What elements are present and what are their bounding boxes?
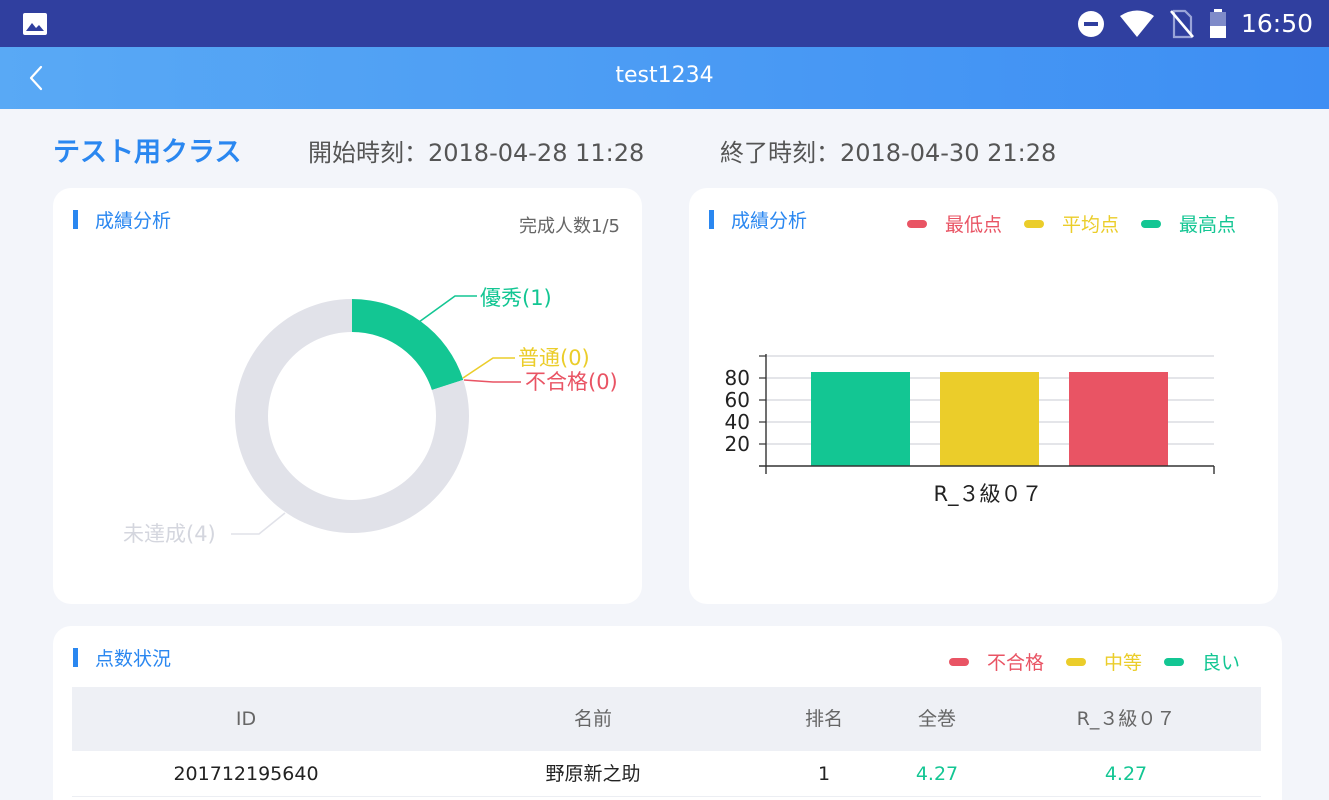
- cell-rank: 1: [817, 763, 831, 785]
- y-tick-label: 40: [725, 410, 750, 434]
- cell-total: 4.27: [915, 763, 959, 785]
- cell-r3: 4.27: [1104, 763, 1148, 785]
- bar-1: [940, 372, 1039, 466]
- label-excellent: 優秀(1): [480, 286, 552, 310]
- table-legend: 不合格 中等 良い: [927, 648, 1240, 675]
- table-header: ID 名前 排名 全巻 R_３級０７: [72, 687, 1261, 751]
- column-header-total: 全巻: [917, 708, 957, 730]
- donut-slice-0: [352, 299, 464, 391]
- no-sim-icon: [1169, 9, 1194, 38]
- class-info: テスト用クラス 開始時刻：2018-04-28 11:28 終了時刻：2018-…: [0, 128, 1329, 170]
- bar-0: [811, 372, 910, 466]
- y-tick-label: 80: [725, 366, 750, 390]
- table-row[interactable]: 201712195640 野原新之助 1 4.27 4.27: [72, 751, 1261, 797]
- app-bar: test1234: [0, 47, 1329, 109]
- end-time: 終了時刻：2018-04-30 21:28: [720, 139, 1057, 167]
- legend-label: 中等: [1103, 652, 1142, 674]
- start-time: 開始時刻：2018-04-28 11:28: [308, 139, 645, 167]
- dnd-icon: [1077, 10, 1104, 37]
- card-title: 点数状況: [73, 644, 171, 671]
- label-fail: 不合格(0): [525, 370, 618, 394]
- legend-label: 良い: [1201, 652, 1240, 674]
- page-title: test1234: [615, 63, 714, 88]
- status-bar: 16:50: [0, 0, 1329, 47]
- wifi-icon: [1119, 10, 1154, 37]
- column-header-rank: 排名: [804, 708, 844, 730]
- cell-id: 201712195640: [173, 763, 319, 785]
- battery-icon: [1209, 8, 1226, 38]
- grade-analysis-donut-card: 成績分析 完成人数1/5 優秀(1) 普通(0) 不合格(0) 未達成(4): [53, 188, 642, 604]
- y-tick-label: 20: [725, 432, 750, 456]
- score-status-card: 点数状況 不合格 中等 良い ID 名前 排名 全巻 R_３級０７ 201712…: [53, 626, 1282, 800]
- label-incomplete: 未達成(4): [123, 522, 216, 546]
- legend-item-medium: 中等: [1065, 648, 1142, 675]
- legend-swatch: [1163, 657, 1184, 666]
- bar-chart: 20406080 R_３級０７: [725, 354, 1215, 507]
- x-category-label: R_３級０７: [933, 482, 1042, 507]
- label-normal: 普通(0): [518, 346, 590, 370]
- column-header-id: ID: [235, 708, 257, 730]
- donut-chart: 優秀(1) 普通(0) 不合格(0) 未達成(4): [123, 286, 618, 546]
- column-header-r3: R_３級０７: [1076, 708, 1176, 730]
- status-time: 16:50: [1240, 9, 1313, 38]
- cell-name: 野原新之助: [545, 763, 641, 785]
- gallery-icon: [23, 13, 47, 35]
- legend-item-good: 良い: [1163, 648, 1240, 675]
- y-tick-label: 60: [725, 388, 750, 412]
- grade-analysis-bar-card: 成績分析 最低点 平均点 最高点 20 40 60 80 R_３級０７: [689, 188, 1278, 604]
- title-marker: [73, 648, 78, 667]
- legend-swatch: [1065, 657, 1086, 666]
- legend-item-fail: 不合格: [948, 648, 1044, 675]
- column-header-name: 名前: [573, 708, 613, 730]
- class-name: テスト用クラス: [53, 137, 242, 168]
- legend-label: 不合格: [986, 652, 1044, 674]
- card-title-text: 点数状況: [95, 648, 172, 670]
- legend-swatch: [948, 657, 969, 666]
- bar-2: [1069, 372, 1168, 466]
